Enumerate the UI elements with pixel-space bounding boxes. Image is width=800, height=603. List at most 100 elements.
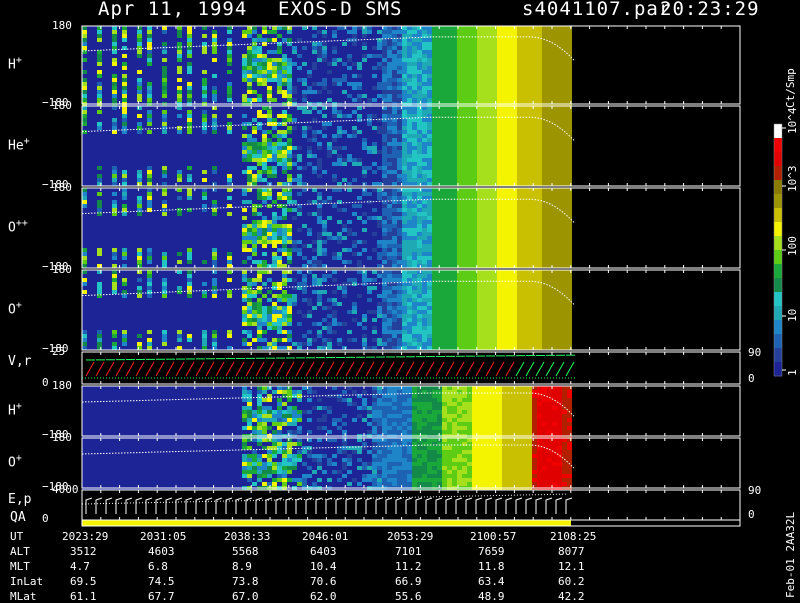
ephem-cell: 2023:29 xyxy=(62,530,108,543)
ephem-cell: 66.9 xyxy=(395,575,422,588)
ephem-cell: 10.4 xyxy=(310,560,337,573)
colorbar-swatch xyxy=(774,348,782,363)
ephem-cell: 3512 xyxy=(70,545,97,558)
colorbar-swatch xyxy=(774,264,782,279)
colorbar-swatch xyxy=(774,306,782,321)
ephem-cell: 2053:29 xyxy=(387,530,433,543)
ephem-cell: 8077 xyxy=(558,545,585,558)
panel-ymax-2: 180 xyxy=(52,99,72,112)
panel-3 xyxy=(82,188,740,268)
ephem-cell: 2100:57 xyxy=(470,530,516,543)
colorbar-swatch xyxy=(774,208,782,223)
ephem-row-label-mlt: MLT xyxy=(10,560,30,573)
panel-1 xyxy=(82,26,740,106)
qa-label: QA xyxy=(10,510,26,525)
colorbar-swatch xyxy=(774,292,782,307)
colorbar-swatch xyxy=(774,320,782,335)
ephem-cell: 48.9 xyxy=(478,590,505,603)
ephem-cell: 62.0 xyxy=(310,590,337,603)
timestamp: 20:23:29 xyxy=(660,0,760,20)
ephem-cell: 2046:01 xyxy=(302,530,348,543)
ephem-cell: 6403 xyxy=(310,545,337,558)
ephem-cell: 42.2 xyxy=(558,590,585,603)
panel-4 xyxy=(82,270,740,350)
instrument-title: EXOS-D SMS xyxy=(278,0,402,20)
colorbar-swatch xyxy=(774,362,782,377)
qa-bar xyxy=(82,520,571,526)
colorbar-swatch xyxy=(774,166,782,181)
colorbar-tick-1: 1 xyxy=(786,369,799,376)
ephem-cell: 5568 xyxy=(232,545,259,558)
panel-label-6: H+ xyxy=(8,401,22,418)
colorbar-tick-2: 10 xyxy=(786,309,799,322)
ephem-cell: 8.9 xyxy=(232,560,252,573)
colorbar xyxy=(774,124,786,377)
ephem-cell: 7659 xyxy=(478,545,505,558)
spectrogram-plot xyxy=(0,0,800,600)
ephem-row-label-mlat: MLat xyxy=(10,590,37,603)
panel-label-2: He+ xyxy=(8,136,30,153)
ephem-row-label-ut: UT xyxy=(10,530,23,543)
panel-label-8: E,p xyxy=(8,492,31,507)
ephem-cell: 2031:05 xyxy=(140,530,186,543)
panel-2 xyxy=(82,106,740,186)
ephem-cell: 60.2 xyxy=(558,575,585,588)
panel-ymax-7: 180 xyxy=(52,431,72,444)
colorbar-swatch xyxy=(774,194,782,209)
ephem-cell: 2038:33 xyxy=(224,530,270,543)
panel-ymax-8: 4000 xyxy=(52,483,79,496)
ephem-cell: 2108:25 xyxy=(550,530,596,543)
colorbar-swatch xyxy=(774,124,782,139)
ephem-cell: 55.6 xyxy=(395,590,422,603)
panel-label-7: O+ xyxy=(8,453,22,470)
panel-8 xyxy=(82,490,740,520)
panel-right-bottom-8: 0 xyxy=(748,508,755,521)
footer-code: Feb-01 2AA32L xyxy=(784,512,797,598)
panel-6 xyxy=(82,386,740,438)
colorbar-swatch xyxy=(774,236,782,251)
panel-ymax-5: 25 xyxy=(52,345,65,358)
ephem-cell: 70.6 xyxy=(310,575,337,588)
ephem-cell: 69.5 xyxy=(70,575,97,588)
panel-ymax-3: 180 xyxy=(52,181,72,194)
colorbar-swatch xyxy=(774,334,782,349)
date-title: Apr 11, 1994 xyxy=(98,0,247,20)
colorbar-swatch xyxy=(774,250,782,265)
colorbar-unit: Ct/Smp xyxy=(784,68,797,108)
panel-label-4: O+ xyxy=(8,300,22,317)
panel-ymin-8: 0 xyxy=(42,512,49,525)
ephem-cell: 11.2 xyxy=(395,560,422,573)
colorbar-swatch xyxy=(774,180,782,195)
ephem-row-label-alt: ALT xyxy=(10,545,30,558)
panel-right-top-8: 90 xyxy=(748,484,761,497)
panel-right-top-5: 90 xyxy=(748,346,761,359)
panel-label-5: V,r xyxy=(8,354,31,369)
ephem-cell: 61.1 xyxy=(70,590,97,603)
colorbar-swatch xyxy=(774,278,782,293)
ephem-cell: 11.8 xyxy=(478,560,505,573)
ephem-cell: 7101 xyxy=(395,545,422,558)
colorbar-swatch xyxy=(774,222,782,237)
colorbar-tick-5: 10^4 xyxy=(786,108,799,135)
panel-5 xyxy=(82,352,740,384)
ephem-cell: 12.1 xyxy=(558,560,585,573)
panel-ymax-6: 180 xyxy=(52,379,72,392)
panel-label-3: O++ xyxy=(8,218,28,235)
colorbar-swatch xyxy=(774,152,782,167)
ephem-cell: 74.5 xyxy=(148,575,175,588)
ephem-cell: 73.8 xyxy=(232,575,259,588)
ephem-cell: 67.7 xyxy=(148,590,175,603)
file-name: s4041107.par xyxy=(522,0,671,20)
panel-label-1: H+ xyxy=(8,55,22,72)
panel-ymin-5: 0 xyxy=(42,376,49,389)
colorbar-tick-4: 10^3 xyxy=(786,166,799,193)
ephem-cell: 4603 xyxy=(148,545,175,558)
ephem-row-label-inlat: InLat xyxy=(10,575,43,588)
ephem-cell: 63.4 xyxy=(478,575,505,588)
ephem-cell: 6.8 xyxy=(148,560,168,573)
panel-ymax-1: 180 xyxy=(52,19,72,32)
ephem-cell: 4.7 xyxy=(70,560,90,573)
panel-7 xyxy=(82,438,740,490)
panel-ymax-4: 180 xyxy=(52,263,72,276)
colorbar-tick-3: 100 xyxy=(786,236,799,256)
